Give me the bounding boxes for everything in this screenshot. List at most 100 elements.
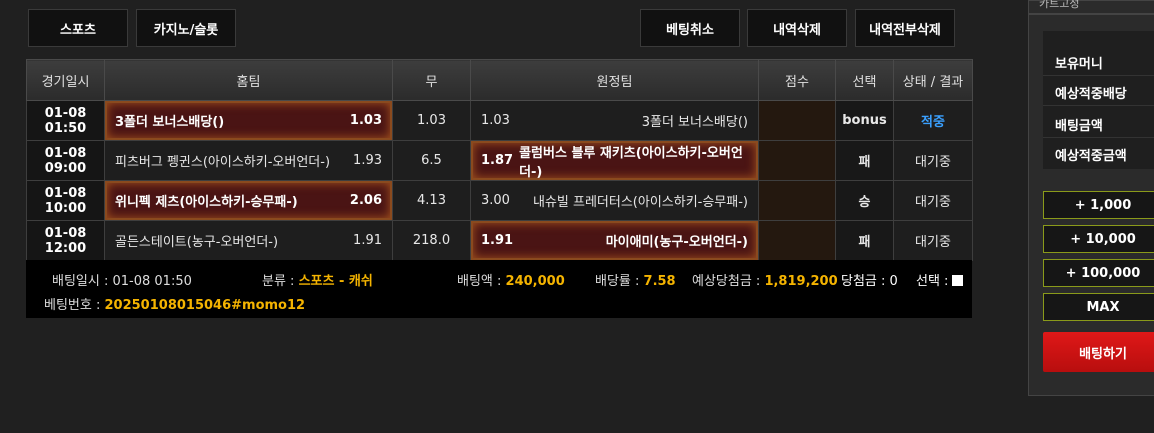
table-row: 01-08 01:50 3폴더 보너스배당() 1.03 1.03 1.03 3… — [26, 100, 973, 141]
score — [758, 100, 836, 141]
home-team-selected[interactable]: 위니펙 제츠(아이스하키-승무패-) 2.06 — [105, 181, 392, 220]
expected-label: 예상당첨금 : — [692, 274, 765, 289]
pick: 패 — [835, 220, 894, 261]
away-team-name: 마이애미(농구-오버언더-) — [605, 235, 748, 250]
bet-amount: 배팅액 : 240,000 — [457, 270, 565, 289]
score — [758, 140, 836, 181]
bet-time-value: 01-08 01:50 — [112, 274, 192, 289]
away-team-cell[interactable]: 3.00 내슈빌 프레더터스(아이스하키-승무패-) — [470, 180, 759, 221]
home-team-name: 위니펙 제츠(아이스하키-승무패-) — [115, 195, 298, 210]
win-label: 당첨금 : — [841, 274, 890, 289]
match-date: 01-08 01:50 — [26, 100, 105, 141]
home-team-name: 골든스테이트(농구-오버언더-) — [115, 235, 279, 250]
header-away-team: 원정팀 — [470, 59, 759, 101]
place-bet-button[interactable]: 배팅하기 — [1043, 332, 1154, 372]
draw-odds[interactable]: 218.0 — [392, 220, 471, 261]
away-odds: 1.91 — [481, 233, 514, 248]
category-sub: 캐쉬 — [348, 274, 373, 289]
away-team-cell[interactable]: 1.91 마이애미(농구-오버언더-) — [470, 220, 759, 261]
away-team[interactable]: 1.03 3폴더 보너스배당() — [471, 101, 758, 140]
expected-winnings: 예상당첨금 : 1,819,200 — [692, 270, 838, 289]
home-team[interactable]: 골든스테이트(농구-오버언더-) 1.91 — [105, 221, 392, 260]
bet-odds: 배당률 : 7.58 — [595, 270, 676, 289]
away-team-selected[interactable]: 1.91 마이애미(농구-오버언더-) — [471, 221, 758, 260]
casino-slot-button[interactable]: 카지노/슬롯 — [136, 9, 236, 47]
away-team-selected[interactable]: 1.87 콜럼버스 블루 재키츠(아이스하키-오버언더-) — [471, 141, 758, 180]
away-team-cell[interactable]: 1.03 3폴더 보너스배당() — [470, 100, 759, 141]
away-team-name: 내슈빌 프레더터스(아이스하키-승무패-) — [532, 195, 748, 210]
home-odds: 1.93 — [353, 153, 382, 168]
away-team-cell[interactable]: 1.87 콜럼버스 블루 재키츠(아이스하키-오버언더-) — [470, 140, 759, 181]
table-row: 01-08 10:00 위니펙 제츠(아이스하키-승무패-) 2.06 4.13… — [26, 180, 973, 221]
amount-value: 240,000 — [505, 274, 565, 289]
header-draw: 무 — [392, 59, 471, 101]
away-odds: 3.00 — [481, 193, 510, 208]
select-label: 선택 : — [916, 274, 949, 289]
sports-button[interactable]: 스포츠 — [28, 9, 128, 47]
bet-category: 분류 : 스포츠 - 캐쉬 — [262, 270, 373, 289]
divider — [1043, 75, 1154, 76]
expected-accum-amount-label: 예상적중금액 — [1055, 149, 1127, 164]
status-result: 대기중 — [893, 140, 973, 181]
home-team[interactable]: 피츠버그 펭귄스(아이스하키-오버언더-) 1.93 — [105, 141, 392, 180]
home-team-selected[interactable]: 3폴더 보너스배당() 1.03 — [105, 101, 392, 140]
status-result: 대기중 — [893, 220, 973, 261]
match-date: 01-08 12:00 — [26, 220, 105, 261]
away-odds: 1.03 — [481, 113, 510, 128]
draw-odds[interactable]: 4.13 — [392, 180, 471, 221]
match-date: 01-08 09:00 — [26, 140, 105, 181]
draw-odds[interactable]: 1.03 — [392, 100, 471, 141]
amount-label: 배팅액 : — [457, 274, 506, 289]
bet-number-value: 20250108015046#momo12 — [104, 298, 306, 313]
home-team-cell[interactable]: 위니펙 제츠(아이스하키-승무패-) 2.06 — [104, 180, 393, 221]
max-button[interactable]: MAX — [1043, 293, 1154, 321]
home-odds: 1.91 — [353, 233, 382, 248]
bet-number-label: 베팅번호 : — [44, 298, 105, 313]
home-team-cell[interactable]: 골든스테이트(농구-오버언더-) 1.91 — [104, 220, 393, 261]
delete-all-history-button[interactable]: 내역전부삭제 — [855, 9, 955, 47]
header-pick: 선택 — [835, 59, 894, 101]
match-date: 01-08 10:00 — [26, 180, 105, 221]
status-result: 대기중 — [893, 180, 973, 221]
away-odds: 1.87 — [481, 153, 514, 168]
home-team-name: 피츠버그 펭귄스(아이스하키-오버언더-) — [115, 155, 331, 170]
select-checkbox[interactable] — [952, 275, 964, 286]
win-value: 0 — [889, 274, 898, 289]
bet-summary-bar: 배팅일시 : 01-08 01:50 분류 : 스포츠 - 캐쉬 배팅액 : 2… — [26, 260, 972, 318]
bet-time: 배팅일시 : 01-08 01:50 — [52, 270, 192, 289]
add-10000-button[interactable]: + 10,000 — [1043, 225, 1154, 253]
home-odds: 1.03 — [349, 113, 382, 128]
score — [758, 180, 836, 221]
table-row: 01-08 09:00 피츠버그 펭귄스(아이스하키-오버언더-) 1.93 6… — [26, 140, 973, 181]
bet-time-label: 배팅일시 : — [52, 274, 113, 289]
draw-odds[interactable]: 6.5 — [392, 140, 471, 181]
category-dash: - — [334, 274, 349, 289]
table-header-row: 경기일시 홈팀 무 원정팀 점수 선택 상태 / 결과 — [26, 59, 973, 101]
pick: 패 — [835, 140, 894, 181]
winnings: 당첨금 : 0 — [841, 270, 898, 289]
away-team[interactable]: 3.00 내슈빌 프레더터스(아이스하키-승무패-) — [471, 181, 758, 220]
pick: bonus — [835, 100, 894, 141]
bet-cart-panel: 카트고정 보유머니 예상적중배당 배팅금액 예상적중금액 + 1,000 + 1… — [1028, 0, 1154, 396]
expected-value: 1,819,200 — [764, 274, 838, 289]
cart-info-box: 보유머니 예상적중배당 배팅금액 예상적중금액 — [1043, 31, 1154, 169]
select-control: 선택 : — [916, 270, 964, 289]
home-odds: 2.06 — [349, 193, 382, 208]
divider — [1043, 105, 1154, 106]
header-home-team: 홈팀 — [104, 59, 393, 101]
expected-accum-odds-label: 예상적중배당 — [1055, 87, 1127, 102]
category-label: 분류 : — [262, 274, 299, 289]
add-1000-button[interactable]: + 1,000 — [1043, 191, 1154, 219]
delete-history-button[interactable]: 내역삭제 — [747, 9, 847, 47]
home-team-cell[interactable]: 피츠버그 펭귄스(아이스하키-오버언더-) 1.93 — [104, 140, 393, 181]
bet-history-table: 경기일시 홈팀 무 원정팀 점수 선택 상태 / 결과 01-08 01:50 … — [26, 59, 973, 261]
header-date: 경기일시 — [26, 59, 105, 101]
bet-amount-label: 배팅금액 — [1055, 119, 1103, 134]
home-team-cell[interactable]: 3폴더 보너스배당() 1.03 — [104, 100, 393, 141]
cancel-bet-button[interactable]: 베팅취소 — [640, 9, 740, 47]
header-status: 상태 / 결과 — [893, 59, 973, 101]
score — [758, 220, 836, 261]
add-100000-button[interactable]: + 100,000 — [1043, 259, 1154, 287]
category-main: 스포츠 — [298, 274, 335, 289]
home-team-name: 3폴더 보너스배당() — [115, 115, 225, 130]
